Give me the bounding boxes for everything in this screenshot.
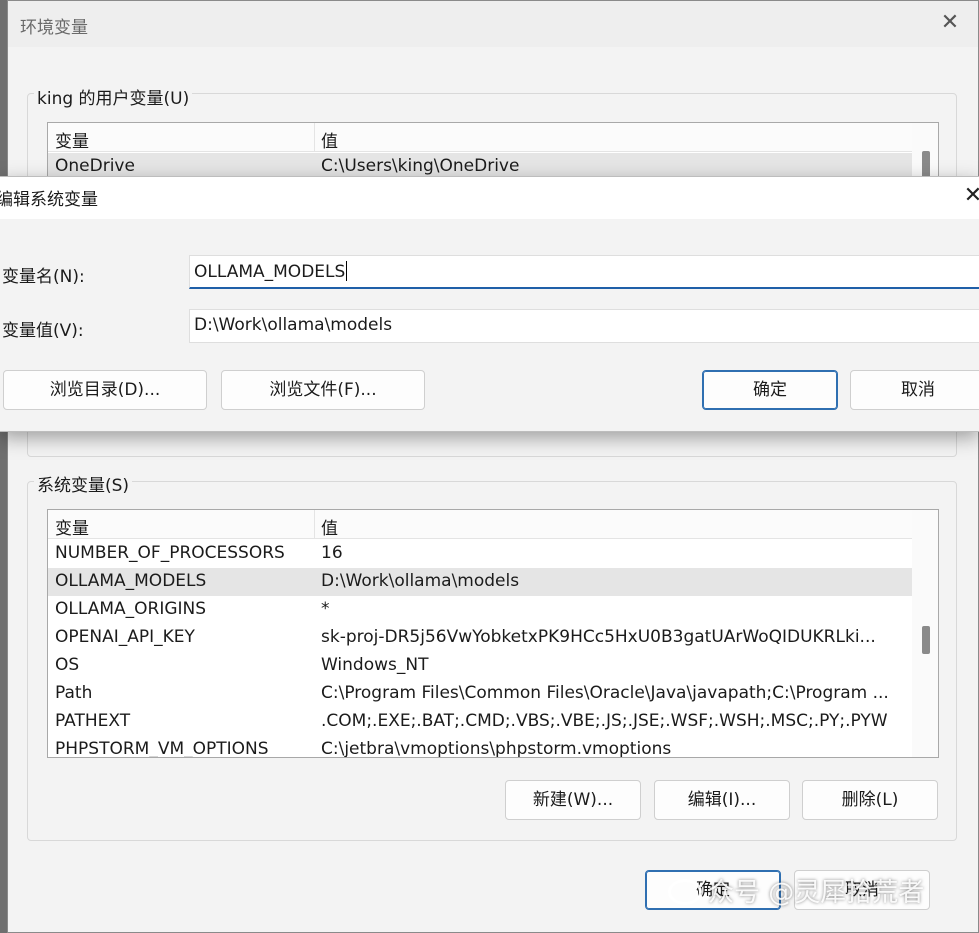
variable-name: PATHEXT [55,711,131,731]
edit-ok-button[interactable]: 确定 [702,370,838,410]
variable-value-input[interactable]: D:\Work\ollama\models [189,309,979,343]
table-row[interactable]: OLLAMA_ORIGINS * [48,596,912,624]
variable-value-label: 变量值(V): [2,321,84,341]
list-header: 变量 值 [48,123,912,152]
env-dialog-title: 环境变量 [20,18,88,38]
scrollbar-thumb[interactable] [922,626,930,654]
variable-name: NUMBER_OF_PROCESSORS [55,543,285,563]
variable-value: * [321,599,330,619]
table-row[interactable]: PATHEXT .COM;.EXE;.BAT;.CMD;.VBS;.VBE;.J… [48,708,912,736]
variable-value: C:\jetbra\vmoptions\phpstorm.vmoptions [321,739,672,758]
variable-name: Path [55,683,93,703]
browse-directory-button[interactable]: 浏览目录(D)... [3,370,207,410]
new-button[interactable]: 新建(W)... [505,780,641,820]
watermark: 众号 @灵犀拾荒者 [668,872,924,909]
column-header-name[interactable]: 变量 [55,127,89,152]
delete-button[interactable]: 删除(L) [802,780,938,820]
system-variables-list[interactable]: 变量 值 NUMBER_OF_PROCESSORS 16 OLLAMA_MODE… [47,509,939,758]
table-row[interactable]: OS Windows_NT [48,652,912,680]
edit-button[interactable]: 编辑(I)... [654,780,790,820]
column-header-value[interactable]: 值 [321,514,338,539]
env-dialog-titlebar: 环境变量 ✕ [8,1,978,47]
variable-name-input[interactable]: OLLAMA_MODELS [189,255,979,289]
variable-name: OS [55,655,80,675]
text-caret [346,261,348,281]
close-icon[interactable]: ✕ [938,11,962,35]
variable-name: PHPSTORM_VM_OPTIONS [55,739,269,758]
variable-value: Windows_NT [321,655,429,675]
edit-system-variable-dialog: 编辑系统变量 ✕ 变量名(N): OLLAMA_MODELS 变量值(V): D… [0,176,979,432]
edit-cancel-button[interactable]: 取消 [850,370,979,410]
variable-value-text: D:\Work\ollama\models [194,315,393,335]
variable-value: sk-proj-DR5j56VwYobketxPK9HCc5HxU0B3gatU… [321,627,876,647]
variable-name: OneDrive [55,156,135,176]
table-row[interactable]: PHPSTORM_VM_OPTIONS C:\jetbra\vmoptions\… [48,736,912,758]
user-variables-label: king 的用户变量(U) [34,84,193,109]
variable-name: OLLAMA_MODELS [55,571,207,591]
scrollbar[interactable] [912,123,938,181]
column-header-value[interactable]: 值 [321,127,338,152]
environment-variables-dialog: 环境变量 ✕ king 的用户变量(U) 变量 值 OneDrive C:\Us… [7,0,979,933]
scrollbar[interactable] [912,510,938,757]
table-row-selected[interactable]: OLLAMA_MODELS D:\Work\ollama\models [48,568,912,596]
variable-name-label: 变量名(N): [2,267,85,287]
variable-name-value: OLLAMA_MODELS [194,262,346,282]
table-row[interactable]: Path C:\Program Files\Common Files\Oracl… [48,680,912,708]
variable-value: D:\Work\ollama\models [321,571,520,591]
list-header: 变量 值 [48,510,912,539]
variable-name: OLLAMA_ORIGINS [55,599,207,619]
watermark-text: 众号 @灵犀拾荒者 [708,878,925,908]
variable-value: 16 [321,543,343,563]
browse-file-button[interactable]: 浏览文件(F)... [221,370,425,410]
system-variables-label: 系统变量(S) [34,471,133,496]
table-row[interactable]: NUMBER_OF_PROCESSORS 16 [48,540,912,568]
variable-value: .COM;.EXE;.BAT;.CMD;.VBS;.VBE;.JS;.JSE;.… [321,711,888,731]
edit-dialog-titlebar: 编辑系统变量 ✕ [0,177,979,219]
column-header-name[interactable]: 变量 [55,514,89,539]
table-row[interactable]: OPENAI_API_KEY sk-proj-DR5j56VwYobketxPK… [48,624,912,652]
system-variables-rows: NUMBER_OF_PROCESSORS 16 OLLAMA_MODELS D:… [48,540,912,758]
variable-value: C:\Program Files\Common Files\Oracle\Jav… [321,683,889,703]
variable-value: C:\Users\king\OneDrive [321,156,520,176]
user-variables-list[interactable]: 变量 值 OneDrive C:\Users\king\OneDrive [47,122,939,182]
edit-dialog-title: 编辑系统变量 [0,190,98,210]
variable-name: OPENAI_API_KEY [55,627,195,647]
close-icon[interactable]: ✕ [961,184,979,208]
wechat-icon [668,879,702,905]
